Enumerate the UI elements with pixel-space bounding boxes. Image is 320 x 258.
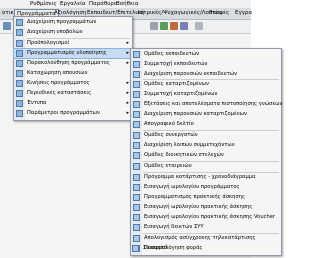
- chevron-right-icon: ▸: [126, 50, 129, 56]
- submenu-item-partial: [131, 254, 281, 255]
- monitor-icon: [16, 60, 23, 67]
- submenu-item-trainer-attendance[interactable]: Διαχείριση παρουσιών εκπαιδευτών: [131, 70, 281, 79]
- group-icon: [133, 132, 140, 139]
- absence-icon: [16, 70, 23, 77]
- tab-contacts[interactable]: Επαφές: [207, 9, 231, 18]
- group-icon: [133, 81, 140, 88]
- submenu-item-internship-planning[interactable]: Προγραμματισμός πρακτικής άσκησης: [131, 193, 281, 202]
- submenu-item-assembly[interactable]: Συναρμολόγηση φοράς: [130, 244, 250, 253]
- budget-icon: [16, 40, 23, 47]
- clock-icon: [133, 204, 140, 211]
- calendar-icon: [133, 174, 140, 181]
- submenu-item-trainee-participation[interactable]: Συμμετοχή καταρτιζομένων: [131, 90, 281, 99]
- menu-item-manage-programs[interactable]: Διαχείριση προγραμμάτων: [14, 18, 132, 27]
- movement-icon: [16, 80, 23, 87]
- group-icon: [133, 152, 140, 159]
- refresh-icon[interactable]: [160, 22, 168, 30]
- menu-item-forms[interactable]: Έντυπα ▸: [14, 99, 132, 108]
- submission-icon: [16, 29, 23, 36]
- menubar-item-settings[interactable]: Ρυθμίσεις: [30, 0, 57, 8]
- chevron-right-icon: ▸: [126, 40, 129, 46]
- submenu-item-elearning-report[interactable]: Απολογισμός ασύγχρονης τηλεκατάρτισης: [131, 234, 281, 243]
- chevron-right-icon: ▸: [126, 110, 129, 116]
- new-icon[interactable]: [3, 22, 11, 30]
- submenu-item-company-groups[interactable]: Ομάδες εταιρειών: [131, 162, 281, 171]
- settings-icon: [16, 110, 23, 117]
- document-icon: [133, 121, 140, 128]
- menu-item-program-monitoring[interactable]: Παρακολούθηση προγράμματος ▸: [14, 59, 132, 68]
- menubar-item-help[interactable]: Βοήθεια: [116, 0, 138, 8]
- elearning-icon: [133, 235, 140, 242]
- print-icon[interactable]: [180, 22, 188, 30]
- participation-icon: [133, 91, 140, 98]
- chevron-right-icon: ▸: [126, 100, 129, 106]
- menu-item-absences[interactable]: Καταχώρηση απουσιών: [14, 69, 132, 78]
- submenu-item-partner-groups[interactable]: Ομάδες συνεργατών: [131, 131, 281, 140]
- program-icon: [16, 19, 23, 26]
- chevron-right-icon: ▸: [126, 90, 129, 96]
- submenu-item-trainee-attendance[interactable]: Διαχείριση παρουσιών καταρτιζομένων: [131, 110, 281, 119]
- dropdown-icon[interactable]: [195, 22, 203, 30]
- indicator-icon: [133, 224, 140, 231]
- group-icon: [133, 51, 140, 58]
- exam-icon: [133, 101, 140, 108]
- voucher-icon: [133, 214, 140, 221]
- schedule-icon: [16, 50, 23, 57]
- menubar-item-tools[interactable]: Εργαλεία: [60, 0, 86, 8]
- menu-item-program-movements[interactable]: Κινήσεις προγράμματος ▸: [14, 79, 132, 88]
- clock-icon: [133, 184, 140, 191]
- chevron-right-icon: ▸: [126, 80, 129, 86]
- submenu-item-trainer-groups[interactable]: Ομάδες εκπαιδευτών: [131, 50, 281, 59]
- menubar-item-window[interactable]: Παράθυρο: [89, 0, 117, 8]
- form-icon: [16, 100, 23, 107]
- chart-icon[interactable]: [170, 22, 178, 30]
- submenu-item-other-participants[interactable]: Διαχείριση λοιπών συμμετεχόντων: [131, 141, 281, 150]
- menu-item-manage-submissions[interactable]: Διαχείριση υποβολών: [14, 28, 132, 37]
- chevron-right-icon: ▸: [126, 60, 129, 66]
- submenu-item-internship-voucher[interactable]: Εισαγωγή ωρολογίου πρακτικής άσκησης Vou…: [131, 213, 281, 222]
- tool-icon[interactable]: [150, 22, 158, 30]
- menu-item-budgets[interactable]: Προϋπολογισμοί ▸: [14, 39, 132, 48]
- implementation-planning-submenu: Ομάδες εκπαιδευτών Συμμετοχή εκπαιδευτών…: [130, 48, 282, 256]
- assembly-icon: [132, 245, 139, 252]
- submenu-item-trainee-groups[interactable]: Ομάδες καταρτιζομένων: [131, 80, 281, 89]
- report-icon: [16, 90, 23, 97]
- submenu-item-exams[interactable]: Εξετάσεις και αποτελέσματα πιστοποίησης …: [131, 100, 282, 109]
- submenu-item-internship-timetable[interactable]: Εισαγωγή ωρολογίου πρακτικής άσκησης: [131, 203, 281, 212]
- programs-menu: Διαχείριση προγραμμάτων Διαχείριση υποβο…: [13, 16, 133, 121]
- submenu-item-census-sheet[interactable]: Απογραφικό δελτίο: [131, 120, 281, 129]
- menu-item-periodic-reports[interactable]: Περιοδικές καταστάσεις ▸: [14, 89, 132, 98]
- tab-registrations[interactable]: Εγγρα: [233, 9, 254, 18]
- submenu-item-admin-groups[interactable]: Ομάδες διοικητικών στελεχών: [131, 151, 281, 160]
- submenu-item-import-timetable[interactable]: Εισαγωγή ωρολογίου προγράμματος: [131, 183, 281, 192]
- submenu-item-import-indicators[interactable]: Εισαγωγή δεικτών ΣΥΥ: [131, 223, 281, 232]
- menu-item-program-parameters[interactable]: Παράμετροι προγραμμάτων ▸: [14, 109, 132, 118]
- submenu-item-trainer-participation[interactable]: Συμμετοχή εκπαιδευτών: [131, 60, 281, 69]
- menu-item-implementation-planning[interactable]: Προγραμματισμός υλοποίησης ▸: [13, 48, 133, 59]
- participation-icon: [133, 61, 140, 68]
- company-icon: [133, 163, 140, 170]
- menubar: Ρυθμίσεις Εργαλεία Παράθυρο Βοήθεια: [0, 0, 251, 8]
- people-icon: [133, 142, 140, 149]
- submenu-item-training-schedule[interactable]: Πρόγραμμα κατάρτισης - χρονοδιάγραμμα: [131, 173, 281, 182]
- planning-icon: [133, 194, 140, 201]
- attendance-icon: [133, 111, 140, 118]
- attendance-icon: [133, 71, 140, 78]
